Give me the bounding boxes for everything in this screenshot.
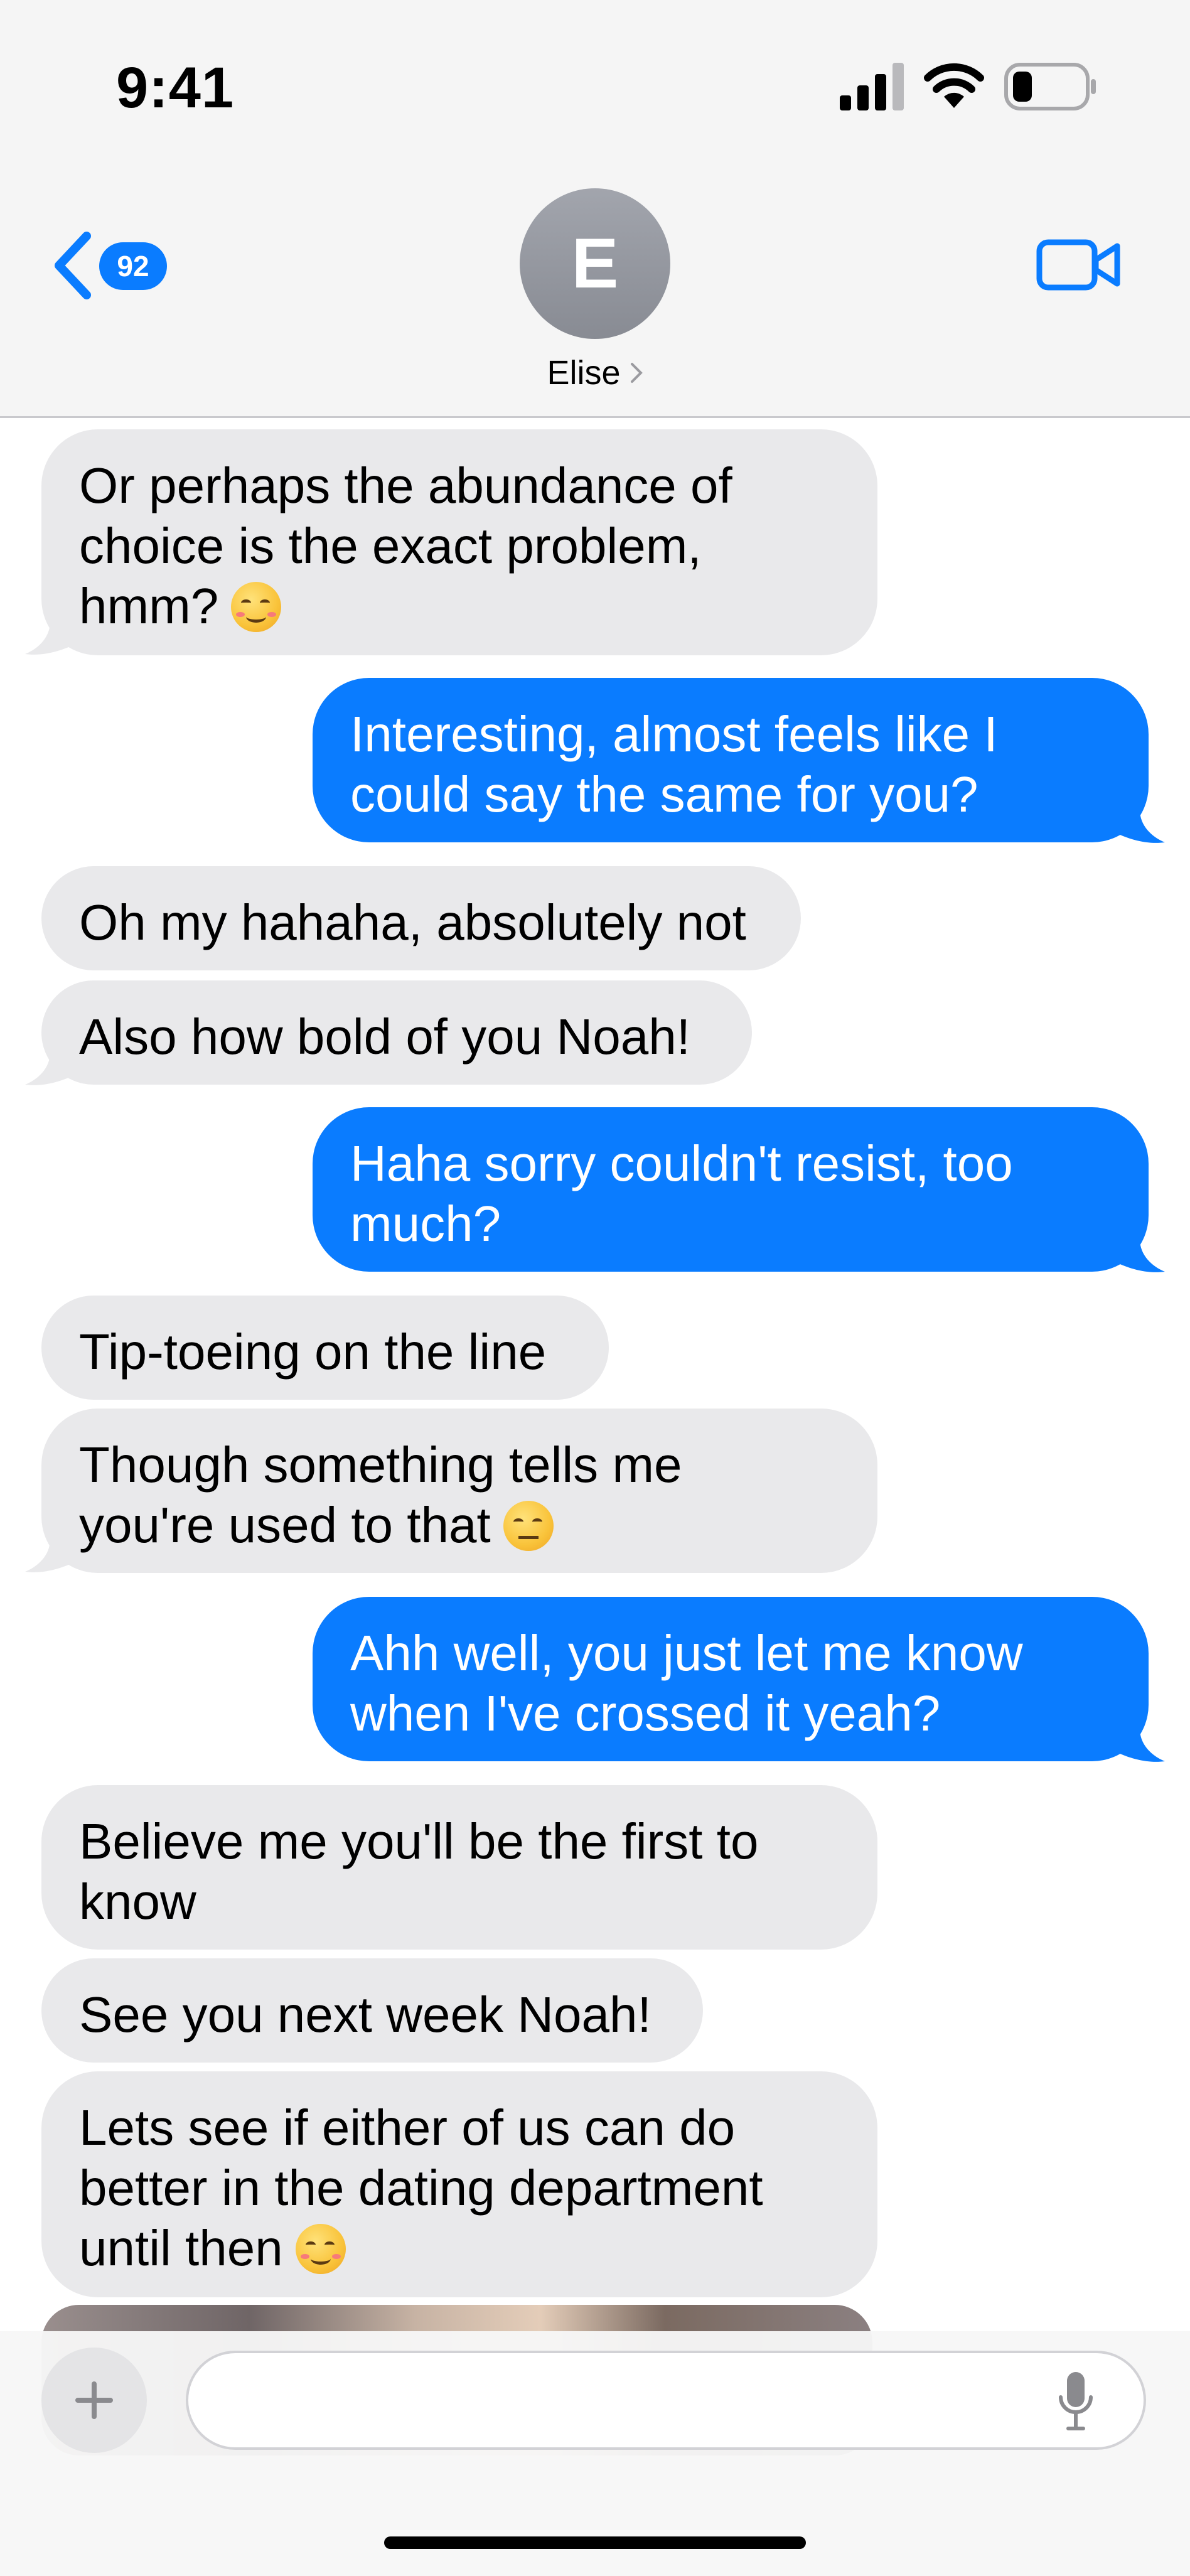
unread-count-badge: 92 <box>99 242 167 290</box>
sent-message[interactable]: Haha sorry couldn't resist, too much? <box>313 1107 1149 1272</box>
received-message[interactable]: Tip-toeing on the line <box>41 1296 609 1400</box>
received-message[interactable]: Also how bold of you Noah! <box>41 980 752 1085</box>
wifi-icon <box>924 63 984 108</box>
smiling-face-with-blush-icon <box>295 2224 346 2274</box>
message-line: Though something tells me <box>79 1437 682 1493</box>
bubble-tail <box>1115 1729 1165 1762</box>
message-text-field[interactable] <box>186 2351 1146 2450</box>
bubble-tail <box>1115 810 1165 843</box>
sent-message[interactable]: Interesting, almost feels like I could s… <box>313 678 1149 842</box>
back-button[interactable]: 92 <box>50 226 176 301</box>
home-indicator[interactable] <box>384 2536 806 2549</box>
smiling-face-with-blush-icon <box>231 582 282 632</box>
message-line: you're used to that <box>79 1497 491 1553</box>
message-line: Or perhaps the abundance of <box>79 458 732 513</box>
face-with-rolling-eyes-icon <box>503 1501 554 1551</box>
conversation-header: 9:41 92 E Elise <box>0 0 1190 418</box>
bubble-tail <box>25 621 75 655</box>
plus-icon <box>75 2381 113 2419</box>
sent-message[interactable]: Ahh well, you just let me know when I've… <box>313 1597 1149 1761</box>
received-message[interactable]: Though something tells me you're used to… <box>41 1409 877 1573</box>
received-message[interactable]: Oh my hahaha, absolutely not <box>41 866 801 970</box>
received-message[interactable]: Believe me you'll be the first to know <box>41 1785 877 1950</box>
message-line: much? <box>350 1196 501 1252</box>
bubble-tail <box>1115 1239 1165 1272</box>
status-time: 9:41 <box>116 56 235 120</box>
bubble-tail <box>25 1539 75 1572</box>
message-line: until then <box>79 2220 283 2276</box>
contact-name-row: Elise <box>0 353 1190 392</box>
received-message[interactable]: Or perhaps the abundance of choice is th… <box>41 429 877 655</box>
microphone-icon[interactable] <box>1057 2369 1095 2432</box>
message-line: know <box>79 1874 196 1929</box>
chevron-right-icon <box>630 363 643 383</box>
received-message[interactable]: See you next week Noah! <box>41 1958 703 2063</box>
message-line: Lets see if either of us can do <box>79 2100 736 2155</box>
video-call-icon[interactable] <box>1036 233 1123 296</box>
cellular-signal-icon <box>840 63 904 110</box>
contact-avatar[interactable]: E <box>520 188 670 339</box>
message-line: Believe me you'll be the first to <box>79 1813 759 1869</box>
message-line: See you next week Noah! <box>79 1987 651 2042</box>
add-attachment-button[interactable] <box>41 2348 147 2453</box>
message-line: Haha sorry couldn't resist, too <box>350 1135 1013 1191</box>
message-line: when I've crossed it yeah? <box>350 1685 941 1741</box>
message-line: Oh my hahaha, absolutely not <box>79 894 746 950</box>
message-line: Tip-toeing on the line <box>79 1324 547 1380</box>
bubble-tail <box>25 1052 75 1085</box>
message-line: hmm? <box>79 578 219 634</box>
received-message[interactable]: Lets see if either of us can do better i… <box>41 2071 877 2297</box>
message-line: choice is the exact problem, <box>79 518 702 574</box>
message-line: Ahh well, you just let me know <box>350 1625 1023 1681</box>
message-line: Also how bold of you Noah! <box>79 1009 690 1065</box>
message-line: better in the dating department <box>79 2160 763 2216</box>
message-line: Interesting, almost feels like I <box>350 706 998 762</box>
back-chevron-icon <box>55 232 91 299</box>
contact-details-link[interactable]: Elise <box>547 353 643 392</box>
message-line: could say the same for you? <box>350 766 978 822</box>
contact-name: Elise <box>547 354 621 392</box>
battery-icon <box>1004 63 1096 110</box>
